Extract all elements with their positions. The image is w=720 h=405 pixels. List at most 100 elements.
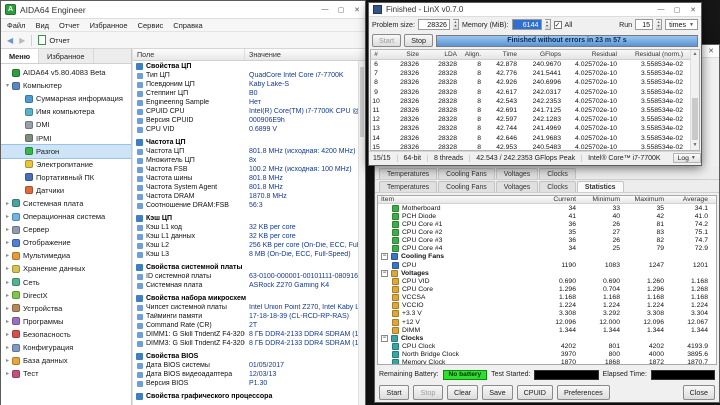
data-row[interactable]: DIMM1: G Skill TridentZ F4-3200C16D-16GT…	[133, 330, 365, 339]
tree-expander-icon[interactable]: ▸	[3, 357, 12, 364]
stats-row-cpu-core-4[interactable]: CPU Core #4 34 25 79 72.9	[378, 245, 716, 253]
data-row[interactable]: DIMM3: G Skill TridentZ F4-3200C16D-16GT…	[133, 339, 365, 348]
menu-item-файл[interactable]: Файл	[7, 21, 25, 30]
data-row[interactable]: Дата BIOS системы 01/05/2017	[133, 361, 365, 370]
data-row[interactable]: CPU VID 0.6899 V	[133, 125, 365, 134]
tree-expander-icon[interactable]: ▸	[3, 318, 12, 325]
sidebar-item-aida64-v5-80-4083-beta[interactable]: AIDA64 v5.80.4083 Beta	[1, 66, 131, 79]
tree-expander-icon[interactable]: ▸	[3, 200, 12, 207]
tree-expander-icon[interactable]: ▾	[3, 82, 12, 89]
stats-row-vccio[interactable]: VCCIO 1.224 1.224 1.224 1.224	[378, 302, 716, 310]
stats-row-cpu[interactable]: CPU 1190 1083 1247 1201	[378, 261, 716, 269]
sidebar-item-электропитание[interactable]: Электропитание	[1, 158, 131, 171]
sidebar-item-устройства[interactable]: ▸ Устройства	[1, 302, 131, 315]
data-row[interactable]: Кэш L1 данных 32 KB per core	[133, 232, 365, 241]
data-row[interactable]: Соотношение DRAM:FSB 56:3	[133, 201, 365, 210]
data-row[interactable]: Псевдоним ЦП Kaby Lake-S	[133, 80, 365, 89]
menu-item-справка[interactable]: Справка	[173, 21, 202, 30]
tab-temperatures[interactable]: Temperatures	[379, 181, 438, 192]
sidebar-item-суммарная-информация[interactable]: Суммарная информация	[1, 92, 131, 105]
tab-voltages[interactable]: Voltages	[495, 168, 539, 179]
scroll-up-icon[interactable]: ▲	[691, 50, 699, 59]
data-row[interactable]: Частота FSB 100.2 MHz (исходная: 100 MHz)	[133, 165, 365, 174]
cpuid-button[interactable]: CPUID	[516, 384, 553, 400]
data-row[interactable]: Множитель ЦП 8x	[133, 156, 365, 165]
column-header-residual-norm[interactable]: Residual (norm.)	[621, 51, 687, 58]
data-row[interactable]: Частота ЦП 801.8 MHz (исходная: 4200 MHz)	[133, 147, 365, 156]
tree-expander-icon[interactable]: ▸	[3, 305, 12, 312]
column-header-lda[interactable]: LDA	[423, 51, 461, 58]
maximize-icon[interactable]: ▢	[333, 1, 349, 18]
sidebar-item-тест[interactable]: ▸ Тест	[1, 367, 131, 380]
all-checkbox[interactable]: ✓	[553, 20, 562, 29]
scrollbar[interactable]	[358, 61, 365, 405]
tree-expander-icon[interactable]: ▸	[3, 252, 12, 259]
result-row[interactable]: 15 28326 28328 8 42.953 240.5483 4.025702e-10 3…	[371, 143, 699, 150]
data-row[interactable]: Частота System Agent 801.8 MHz	[133, 183, 365, 192]
sidebar-item-ipmi[interactable]: IPMI	[1, 131, 131, 144]
stats-row-cpu-core-3[interactable]: CPU Core #3 36 26 82 74.7	[378, 237, 716, 245]
close-icon[interactable]: ✕	[703, 45, 719, 57]
tab-temperatures[interactable]: Temperatures	[379, 168, 438, 179]
menu-item-сервис[interactable]: Сервис	[138, 21, 164, 30]
close-icon[interactable]: ✕	[685, 3, 701, 16]
column-header-[interactable]: #	[371, 51, 385, 58]
scrollbar[interactable]: ▲ ▼	[690, 50, 699, 150]
result-row[interactable]: 12 28326 28328 8 42.597 242.1283 4.025702e-10 3…	[371, 115, 699, 124]
section-row[interactable]: Свойства ЦП	[133, 62, 365, 71]
result-row[interactable]: 11 28326 28328 8 42.691 241.7125 4.025702e-10 3…	[371, 106, 699, 115]
sidebar-item-dmi[interactable]: DMI	[1, 118, 131, 131]
data-row[interactable]: Частота DRAM 1870.8 MHz	[133, 192, 365, 201]
menu-item-отчет[interactable]: Отчет	[59, 21, 80, 30]
preferences-button[interactable]: Preferences	[556, 384, 610, 400]
stats-row-pch-diode[interactable]: PCH Diode 41 40 42 41.0	[378, 212, 716, 220]
stats-row-cpu-core[interactable]: CPU Core 1.296 0.704 1.296 1.268	[378, 285, 716, 293]
sidebar-tab-избранное[interactable]: Избранное	[39, 49, 94, 63]
save-button[interactable]: Save	[482, 384, 513, 400]
data-row[interactable]: Кэш L1 код 32 KB per core	[133, 223, 365, 232]
data-row[interactable]: Версия BIOS P1.30	[133, 379, 365, 388]
column-header-align[interactable]: Align.	[461, 51, 485, 58]
sidebar-item-имя-компьютера[interactable]: Имя компьютера	[1, 105, 131, 118]
collapse-toggle-icon[interactable]: −	[381, 334, 388, 342]
tree-expander-icon[interactable]: ▸	[3, 331, 12, 338]
stats-group-cooling-fans[interactable]: − Cooling Fans	[378, 253, 716, 261]
column-header-time[interactable]: Time	[485, 51, 521, 58]
sidebar-item-база-данных[interactable]: ▸ База данных	[1, 354, 131, 367]
stats-row-dimm[interactable]: DIMM 1.344 1.344 1.344 1.344	[378, 326, 716, 334]
collapse-toggle-icon[interactable]: −	[381, 269, 388, 277]
sidebar-item-мультимедиа[interactable]: ▸ Мультимедиа	[1, 249, 131, 262]
result-row[interactable]: 8 28326 28328 8 42.926 240.6996 4.025702e-10 3.…	[371, 78, 699, 87]
tree-expander-icon[interactable]: ▸	[3, 279, 12, 286]
stats-row-3-3-v[interactable]: +3.3 V 3.308 3.292 3.308 3.304	[378, 310, 716, 318]
tab-cooling-fans[interactable]: Cooling Fans	[438, 181, 495, 192]
data-row[interactable]: ID системной платы 63-0100-000001-0010111…	[133, 272, 365, 281]
run-count-input[interactable]: 15	[635, 19, 654, 30]
sidebar-item-безопасность[interactable]: ▸ Безопасность	[1, 328, 131, 341]
data-row[interactable]: Версия CPUID 000906E9h	[133, 116, 365, 125]
back-icon[interactable]: ◀	[7, 36, 13, 45]
stats-row-north-bridge-clock[interactable]: North Bridge Clock 3970 800 4000 3895.6	[378, 351, 716, 359]
tab-statistics[interactable]: Statistics	[576, 181, 624, 192]
tree-expander-icon[interactable]: ▸	[3, 239, 12, 246]
tree-expander-icon[interactable]: ▸	[3, 292, 12, 299]
stats-row-motherboard[interactable]: Motherboard 34 33 35 34.1	[378, 204, 716, 212]
data-row[interactable]: Частота шины 801.8 MHz	[133, 174, 365, 183]
stats-group-voltages[interactable]: − Voltages	[378, 269, 716, 277]
result-row[interactable]: 10 28326 28328 8 42.543 242.2353 4.025702e-10 3…	[371, 97, 699, 106]
tree-expander-icon[interactable]: ▸	[3, 213, 12, 220]
section-row[interactable]: Свойства системной платы	[133, 263, 365, 272]
stats-row-cpu-core-1[interactable]: CPU Core #1 36 26 81 74.2	[378, 220, 716, 228]
scrollbar-thumb[interactable]	[692, 98, 698, 140]
section-row[interactable]: Кэш ЦП	[133, 214, 365, 223]
clear-button[interactable]: Clear	[447, 384, 479, 400]
tab-clocks[interactable]: Clocks	[539, 168, 576, 179]
minimize-icon[interactable]: —	[653, 3, 669, 16]
log-dropdown[interactable]: Log ▼	[672, 153, 701, 163]
sidebar-item-отображение[interactable]: ▸ Отображение	[1, 236, 131, 249]
stats-row-cpu-vid[interactable]: CPU VID 0.690 0.690 1.260 1.168	[378, 277, 716, 285]
sidebar-item-конфигурация[interactable]: ▸ Конфигурация	[1, 341, 131, 354]
result-row[interactable]: 7 28326 28328 8 42.776 241.5441 4.025702e-10 3.…	[371, 69, 699, 78]
result-row[interactable]: 9 28326 28328 8 42.617 242.0317 4.025702e-10 3.…	[371, 88, 699, 97]
sidebar-item-операционная-система[interactable]: ▸ Операционная система	[1, 210, 131, 223]
